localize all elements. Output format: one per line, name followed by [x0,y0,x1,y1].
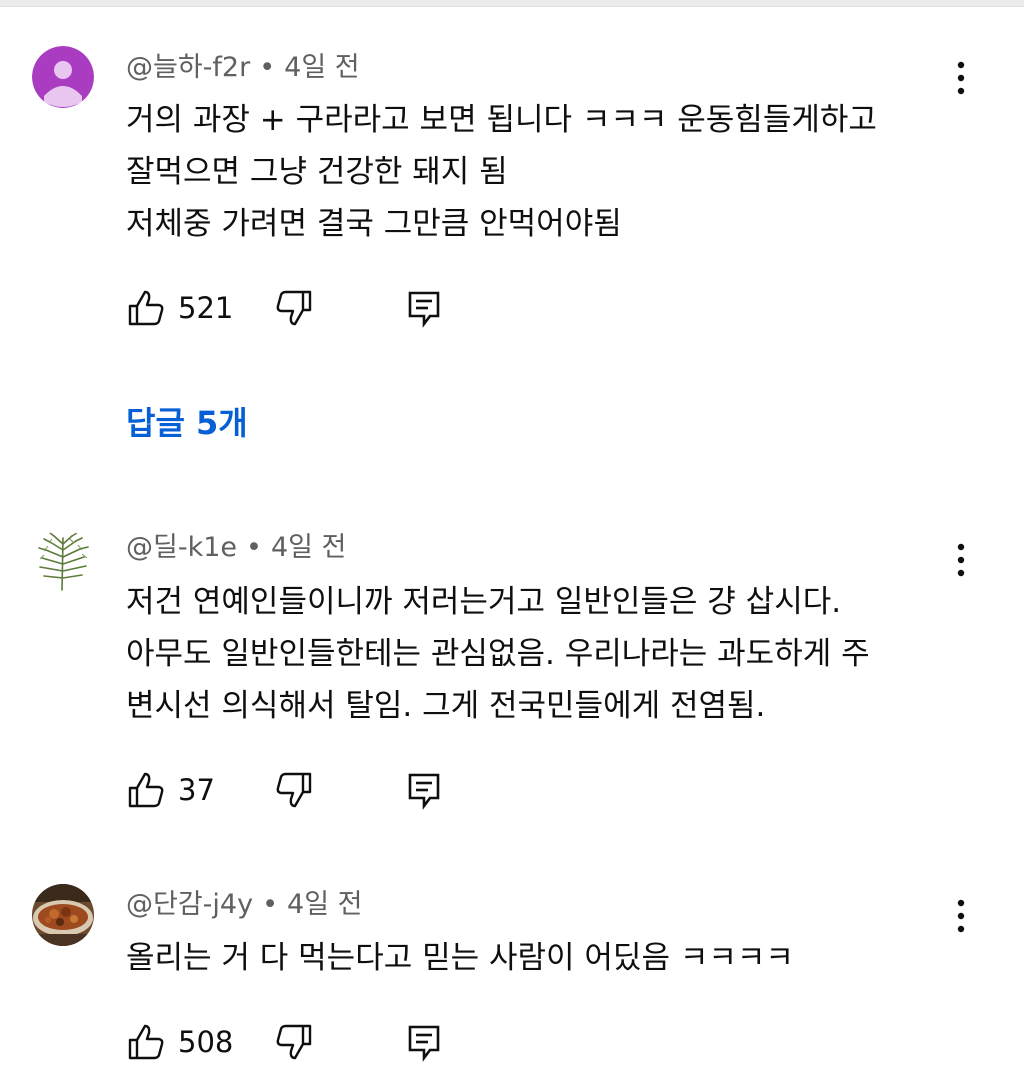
avatar[interactable] [32,884,94,946]
like-button[interactable]: 508 [126,1022,233,1062]
author-name[interactable]: @단감-j4y [126,889,253,920]
comment-time[interactable]: 4일 전 [284,52,359,83]
like-button[interactable]: 37 [126,770,215,810]
thumb-up-icon [128,772,164,808]
comment-line: 저체중 가려면 결국 그만큼 안먹어야됨 [126,206,622,242]
thumb-up-icon [128,1024,164,1060]
comment-line: 잘먹으면 그냥 건강한 돼지 됨 [126,154,508,190]
more-vertical-icon[interactable] [946,58,976,98]
comment-meta: @딜-k1e • 4일 전 [126,532,346,564]
meta-separator: • [246,532,262,563]
dislike-button[interactable] [274,288,314,332]
view-replies-link[interactable]: 답글 5개 [126,398,248,444]
reply-comment-icon [408,291,440,328]
thumb-down-icon [276,1024,312,1060]
reply-comment-icon [408,773,440,810]
dill-plant-image [32,530,94,592]
like-count: 521 [178,291,234,325]
thumb-up-icon [128,290,164,326]
comment-text: 저건 연예인들이니까 저러는거고 일반인들은 걍 삽시다. 아무도 일반인들한테… [126,576,966,732]
comment-line: 거의 과장 + 구라라고 보면 됩니다 ㅋㅋㅋ 운동힘들게하고 [126,102,877,138]
comment-line: 올리는 거 다 먹는다고 믿는 사람이 어딨음 ㅋㅋㅋㅋ [126,940,794,976]
comment-meta: @단감-j4y • 4일 전 [126,889,362,921]
top-divider [0,0,1024,7]
thumb-down-icon [276,772,312,808]
more-vertical-icon[interactable] [946,896,976,936]
comment-line: 변시선 의식해서 탈임. 그게 전국민들에게 전염됨. [126,688,766,724]
reply-button[interactable] [404,770,444,814]
comment-text: 거의 과장 + 구라라고 보면 됩니다 ㅋㅋㅋ 운동힘들게하고 잘먹으면 그냥 … [126,94,966,250]
avatar[interactable] [32,530,94,592]
comment-line: 아무도 일반인들한테는 관심없음. 우리나라는 과도하게 주 [126,636,870,672]
like-count: 37 [178,773,215,807]
thumb-down-icon [276,290,312,326]
comment-text: 올리는 거 다 먹는다고 믿는 사람이 어딨음 ㅋㅋㅋㅋ [126,932,966,984]
author-name[interactable]: @딜-k1e [126,532,237,563]
food-dish-image [32,884,94,946]
comment-actions: 508 [126,1022,526,1066]
reply-button[interactable] [404,1022,444,1066]
like-button[interactable]: 521 [126,288,233,328]
like-count: 508 [178,1025,234,1059]
comment-time[interactable]: 4일 전 [271,532,346,563]
meta-separator: • [259,52,276,83]
author-name[interactable]: @늘하-f2r [126,52,250,83]
comment-line: 저건 연예인들이니까 저러는거고 일반인들은 걍 삽시다. [126,584,842,620]
dislike-button[interactable] [274,770,314,814]
comment-actions: 37 [126,770,526,814]
dislike-button[interactable] [274,1022,314,1066]
avatar[interactable] [32,46,94,108]
default-person-icon [32,46,94,108]
more-vertical-icon[interactable] [946,540,976,580]
comment-actions: 521 [126,288,526,332]
reply-button[interactable] [404,288,444,332]
reply-comment-icon [408,1025,440,1062]
comment-time[interactable]: 4일 전 [287,889,362,920]
meta-separator: • [262,889,279,920]
comment-meta: @늘하-f2r • 4일 전 [126,52,360,84]
